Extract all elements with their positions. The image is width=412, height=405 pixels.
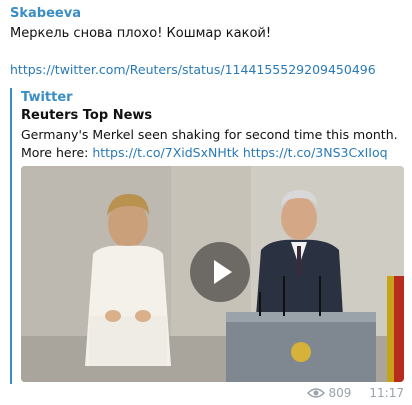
video-thumbnail[interactable] bbox=[21, 166, 404, 382]
preview-link-1[interactable]: https://t.co/7XidSxNHtk bbox=[92, 145, 239, 160]
link-preview[interactable]: Twitter Reuters Top News Germany's Merke… bbox=[10, 88, 405, 384]
message-text: Меркель снова плохо! Кошмар какой! bbox=[10, 26, 272, 41]
preview-description-text: Germany's Merkel seen shaking for second… bbox=[21, 127, 398, 142]
play-icon[interactable] bbox=[190, 242, 250, 302]
message-time: 11:17 bbox=[369, 386, 404, 400]
message-meta: 809 11:17 bbox=[306, 386, 404, 400]
eye-icon bbox=[306, 388, 325, 398]
preview-site-name: Twitter bbox=[21, 90, 73, 105]
view-count: 809 bbox=[328, 386, 352, 400]
preview-title: Reuters Top News bbox=[21, 108, 153, 123]
preview-link-2[interactable]: https://t.co/3NS3CxIIoq bbox=[243, 145, 388, 160]
sender-name[interactable]: Skabeeva bbox=[10, 6, 81, 21]
message-link[interactable]: https://twitter.com/Reuters/status/11441… bbox=[10, 62, 376, 77]
message-bubble: Skabeeva Меркель снова плохо! Кошмар как… bbox=[0, 0, 412, 405]
preview-more-here: More here: bbox=[21, 145, 89, 160]
preview-description: Germany's Merkel seen shaking for second… bbox=[21, 126, 401, 162]
